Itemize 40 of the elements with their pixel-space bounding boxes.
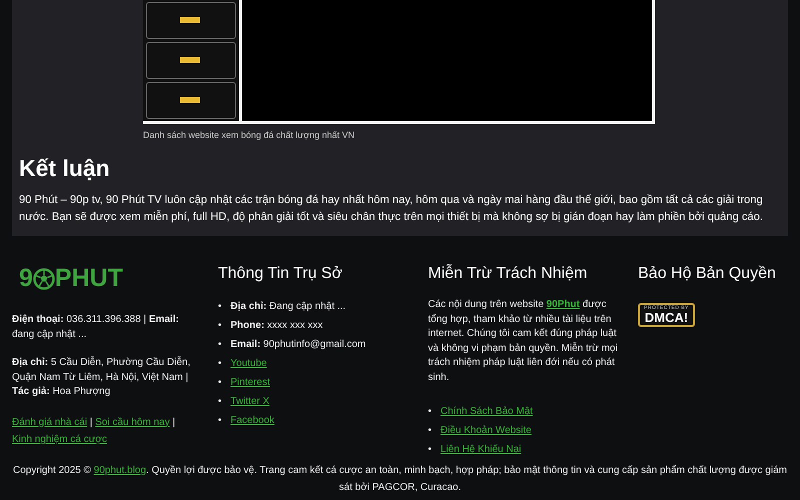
column-heading: Miễn Trừ Trách Nhiệm	[428, 264, 588, 284]
bullet: •	[428, 424, 432, 438]
footer-link[interactable]: Liên Hệ Khiếu Nại	[440, 441, 522, 459]
bullet: •	[428, 443, 432, 458]
bullet: •	[218, 395, 222, 410]
image-caption: Danh sách website xem bóng đá chất lượng nhất VN	[143, 129, 356, 142]
bullet: •	[218, 414, 222, 428]
separator: |	[90, 416, 92, 428]
footer-link[interactable]: Đánh giá nhà cái	[12, 416, 88, 428]
footer-link[interactable]: Youtube	[230, 355, 267, 373]
site-link[interactable]: 90Phut	[546, 299, 580, 310]
contact-info: Địa chỉ: 5 Cầu Diễn, Phường Cầu Diễn, Quận Nam Từ Liêm, Hà Nội, Việt Nam | Tác giả: Hoa Phượng	[12, 356, 192, 399]
logo-text: 9	[19, 266, 33, 291]
footer-link[interactable]: Kinh nghiệm cá cược	[12, 434, 107, 445]
footer-link[interactable]: Facebook	[230, 412, 274, 430]
bullet: •	[218, 376, 222, 390]
contact-info: Phone: xxxx xxx xxx	[230, 319, 323, 334]
footer-link[interactable]: Pinterest	[230, 374, 270, 392]
copyright-text: Copyright 2025 © 90phut.blog. Quyền lợi được bảo vệ. Trang cam kết cá cược an toàn, minh bạch, hợp pháp; bảo mật thông tin và cung cấp sản phẩm chất lượng được giám sát bởi PAGCOR, Curacao.	[12, 464, 788, 495]
bullet: •	[218, 357, 222, 372]
disclaimer-paragraph: Các nội dung trên website 90Phut được tổng hợp, tham khảo từ nhiều tài liệu trên internet. Chúng tôi cam kết đúng pháp luật và không vi phạm bản quyền. Miễn trừ mọi trách nhiệm pháp luật liên đới nếu có phát sinh.	[428, 298, 619, 385]
bullet: •	[218, 319, 222, 334]
footer-link[interactable]: Twitter X	[230, 393, 270, 411]
section-heading: Kết luận	[19, 154, 111, 182]
footer-link[interactable]: Chính Sách Bảo Mật	[440, 403, 533, 421]
bullet: •	[218, 300, 222, 314]
separator: |	[172, 416, 176, 428]
soccer-ball-icon	[32, 268, 55, 290]
contact-info: Điện thoại: 036.311.396.388 | Email: đang cập nhật ...	[12, 313, 180, 342]
footer-link[interactable]: Điều Khoản Website	[440, 422, 532, 440]
conclusion-paragraph: 90 Phút – 90p tv, 90 Phút TV luôn cập nhật các trận bóng đá hay nhất hôm nay, hôm qua và ngày mai hàng đầu thế giới, bao gồm tất cả các giải trong nước. Bạn sẽ được xem miễn phí, full HD, độ phân giải tốt và siêu chân thực trên mọi thiết bị mà không sợ bị gián đoạn hay làm phiền bởi quảng cáo.	[19, 193, 764, 226]
column-heading: Bảo Hộ Bản Quyền	[638, 264, 777, 284]
site-link[interactable]: 90phut.blog	[94, 465, 146, 476]
column-heading: Thông Tin Trụ Sở	[218, 264, 344, 284]
contact-info: Email: 90phutinfo@gmail.com	[230, 338, 366, 352]
bullet: •	[218, 338, 222, 352]
footer-link[interactable]: Soi cầu hôm nay	[95, 416, 170, 428]
contact-info: Địa chỉ: Đang cập nhật ...	[230, 300, 346, 314]
bullet: •	[428, 405, 432, 420]
logo-text: PHUT	[54, 266, 123, 291]
